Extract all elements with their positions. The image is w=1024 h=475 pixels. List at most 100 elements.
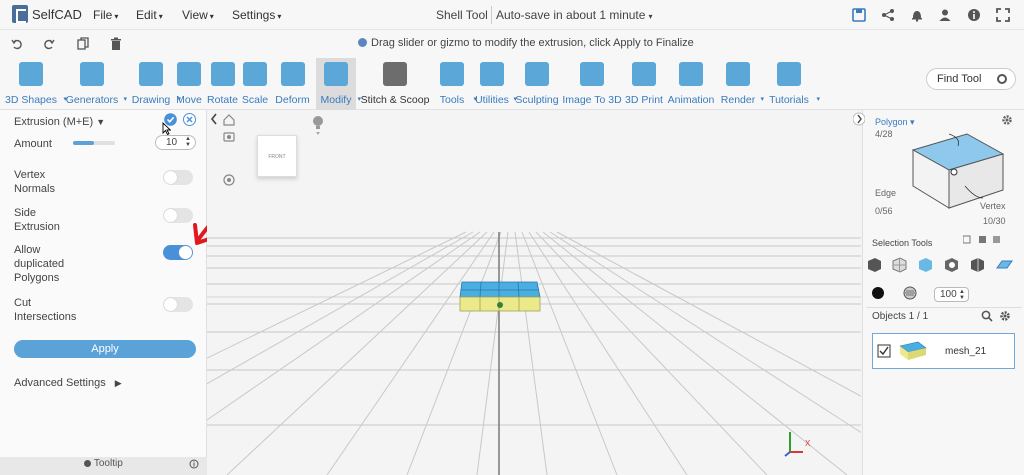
toolbar-move[interactable]: Move — [175, 58, 203, 110]
redo-icon[interactable] — [43, 37, 55, 51]
toolbar-rotate[interactable]: Rotate — [205, 58, 240, 110]
advanced-settings-toggle[interactable]: Advanced Settings ▶ — [14, 376, 122, 390]
menu-view[interactable]: View ▾ — [182, 8, 214, 22]
selection-tools-label: Selection Tools — [872, 238, 933, 248]
objects-settings-gear-icon[interactable] — [999, 310, 1011, 322]
option-label-line: duplicated — [14, 258, 65, 270]
select-loop-icon[interactable] — [969, 256, 986, 273]
menu-edit[interactable]: Edit ▾ — [136, 8, 163, 22]
deform-icon — [280, 62, 305, 86]
undo-icon[interactable] — [11, 37, 23, 51]
fullscreen-icon[interactable] — [996, 8, 1010, 22]
select-shell-icon[interactable] — [943, 256, 960, 273]
info-icon[interactable] — [967, 8, 981, 22]
user-account-icon[interactable] — [938, 8, 952, 22]
toolbar-3d-print[interactable]: 3D Print — [624, 58, 664, 110]
copy-icon[interactable] — [77, 37, 89, 51]
brush-dot-icon[interactable] — [871, 286, 885, 300]
share-icon[interactable] — [881, 8, 895, 22]
toolbar-render[interactable]: Render ▾ — [717, 58, 764, 110]
toolbar-tools[interactable]: Tools ▾ — [432, 58, 477, 110]
app-logo[interactable]: SelfCAD — [12, 5, 82, 23]
toolbar-label: Tools — [439, 94, 465, 106]
tooltip-bar[interactable]: Tooltip — [0, 457, 207, 475]
select-plane-icon[interactable] — [996, 256, 1013, 273]
amount-slider[interactable] — [73, 141, 115, 145]
camera-icon[interactable] — [223, 130, 235, 142]
notifications-bell-icon[interactable] — [910, 8, 924, 22]
toolbar-drawing[interactable]: Drawing ▾ — [126, 58, 181, 110]
vertex-count: 10/30 — [983, 216, 1006, 226]
objects-divider — [866, 307, 1022, 308]
top-menu-bar: SelfCAD File ▾ Edit ▾ View ▾ Settings ▾ Shel… — [0, 0, 1024, 30]
close-icon[interactable] — [183, 113, 196, 126]
toolbar-label: Move — [176, 94, 202, 106]
amount-slider-fill — [73, 141, 94, 145]
option-label-line: Extrusion — [14, 221, 60, 233]
apply-button[interactable]: Apply — [14, 340, 196, 358]
toolbar-sculpting[interactable]: Sculpting — [514, 58, 560, 110]
option-label-side-extrusion: Side Extrusion — [14, 206, 60, 234]
toolbar-deform[interactable]: Deform▾ — [270, 58, 320, 110]
objects-search-icon[interactable] — [981, 310, 993, 322]
stitch-scoop-icon — [383, 62, 407, 86]
object-list-item[interactable]: mesh_21 — [872, 333, 1015, 369]
toolbar-image-to-3d[interactable]: Image To 3D — [562, 58, 622, 110]
toolbar-label: Image To 3D — [562, 94, 622, 106]
brush-size-select[interactable]: 100 ▲ ▼ — [934, 287, 969, 302]
collapse-left-chevron-icon[interactable] — [209, 112, 219, 126]
toolbar-generators[interactable]: Generators ▾ — [62, 58, 127, 110]
object-visibility-checkbox[interactable] — [877, 344, 891, 358]
toolbar-label: Drawing — [131, 94, 171, 106]
rotate-icon — [210, 62, 235, 86]
trash-icon[interactable] — [110, 37, 122, 51]
toolbar-label: Scale — [241, 94, 269, 106]
toolbar-utilities[interactable]: Utilities ▾ — [472, 58, 517, 110]
document-title[interactable]: Shell Tool — [436, 8, 488, 22]
utilities-icon — [480, 62, 504, 86]
toolbar-3d-shapes[interactable]: 3D Shapes ▾ — [0, 58, 67, 110]
save-icon[interactable] — [852, 8, 866, 22]
toggle-vertex-normals[interactable] — [163, 170, 193, 185]
objects-count-label: Objects 1 / 1 — [872, 311, 929, 322]
view-cube[interactable]: FRONT — [257, 135, 297, 177]
menu-file[interactable]: File ▾ — [93, 8, 118, 22]
move-icon — [177, 62, 201, 86]
option-label-line: Allow — [14, 244, 41, 256]
tutorials-icon — [777, 62, 801, 86]
tooltip-info-icon[interactable] — [189, 459, 199, 469]
3d-viewport[interactable]: X FRONT — [207, 110, 861, 475]
app-name: SelfCAD — [32, 6, 82, 22]
home-view-icon[interactable] — [223, 114, 235, 126]
hint-text: Drag slider or gizmo to modify the extru… — [358, 37, 694, 49]
toggle-cut-intersections[interactable] — [163, 297, 193, 312]
toolbar-label: Rotate — [207, 94, 238, 106]
select-wireframe-icon[interactable] — [891, 256, 908, 273]
perspective-toggle-icon[interactable] — [223, 174, 235, 186]
brush-soft-icon[interactable] — [903, 286, 917, 300]
toolbar-label: Deform — [275, 94, 310, 106]
extrusion-panel-title[interactable]: Extrusion (M+E) ▼ — [14, 115, 105, 129]
toolbar-stitch-scoop[interactable]: Stitch & Scoop — [360, 58, 430, 110]
light-bulb-icon[interactable] — [311, 114, 325, 136]
autosave-status[interactable]: Auto-save in about 1 minute ▾ — [496, 8, 652, 22]
menu-settings[interactable]: Settings ▾ — [232, 8, 281, 22]
toolbar-animation[interactable]: Animation — [666, 58, 716, 110]
toolbar-tutorials[interactable]: Tutorials ▾ — [763, 58, 820, 110]
search-icon[interactable] — [997, 74, 1007, 84]
amount-stepper[interactable]: 10 ▲ ▼ — [155, 135, 196, 150]
toolbar-modify[interactable]: Modify ▾ — [316, 58, 361, 110]
select-cube-icon[interactable] — [866, 256, 883, 273]
selection-mini-icons[interactable] — [963, 234, 1015, 244]
toolbar-label: Render — [720, 94, 756, 106]
toolbar-label: Utilities — [475, 94, 509, 106]
object-name: mesh_21 — [945, 346, 987, 357]
collapse-right-chevron-icon[interactable] — [853, 111, 865, 127]
animation-icon — [679, 62, 703, 86]
mesh-object[interactable] — [459, 281, 541, 312]
toolbar-scale[interactable]: Scale — [240, 58, 270, 110]
selection-mode-illustration[interactable] — [903, 124, 1009, 210]
select-face-icon[interactable] — [917, 256, 934, 273]
toolbar-label: 3D Shapes — [5, 94, 57, 106]
find-tool-input[interactable]: Find Tool — [926, 68, 1016, 90]
